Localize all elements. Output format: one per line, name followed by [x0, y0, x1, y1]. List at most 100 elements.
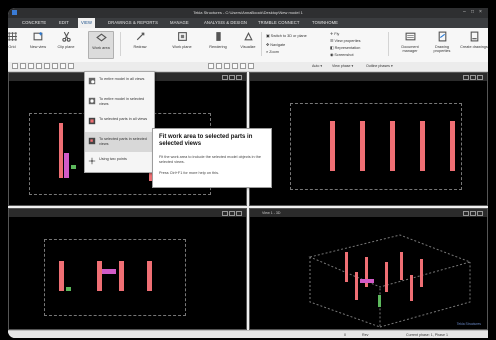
redraw-icon	[136, 32, 144, 41]
menu-townhome[interactable]: TOWNHOME	[312, 20, 338, 25]
grid-label: Grid	[8, 45, 16, 49]
column-part[interactable]	[345, 252, 348, 282]
view-window-controls[interactable]	[221, 75, 242, 81]
entire-model-selected-icon	[88, 97, 96, 105]
dropdown-item-selected-parts-selected-views[interactable]: To selected parts in selected views	[85, 132, 154, 152]
column-part[interactable]	[147, 261, 152, 291]
drawing-properties-button[interactable]: Drawing properties	[428, 31, 456, 53]
switch-3d-plane-button[interactable]: ▣ Switch to 3D or plane	[266, 33, 307, 38]
dropdown-item-entire-model-selected-views[interactable]: To entire model in selected views	[85, 92, 154, 112]
view-3d[interactable]: View 1 - 3D Tekla Structures	[249, 208, 488, 330]
work-area-label: Work area	[92, 46, 110, 50]
menu-view[interactable]: VIEW	[78, 18, 96, 28]
column-part[interactable]	[385, 262, 388, 292]
connection-part[interactable]	[378, 295, 381, 307]
status-count: 0	[344, 333, 346, 337]
menu-manage[interactable]: MANAGE	[170, 20, 189, 25]
column-part[interactable]	[410, 275, 413, 301]
column-part[interactable]	[59, 261, 64, 291]
column-part[interactable]	[420, 259, 423, 287]
menu-drawings-reports[interactable]: DRAWINGS & REPORTS	[108, 20, 158, 25]
menu-analysis-design[interactable]: ANALYSIS & DESIGN	[204, 20, 247, 25]
ribbon-separator	[120, 32, 121, 56]
redraw-button[interactable]: Redraw	[128, 31, 152, 49]
maximize-icon[interactable]: □	[471, 9, 474, 15]
close-icon[interactable]: ×	[479, 9, 482, 15]
two-points-icon	[88, 157, 96, 165]
menu-edit[interactable]: EDIT	[59, 20, 69, 25]
phase-filter-select[interactable]: Outline phases ▾	[366, 64, 393, 68]
minimize-icon[interactable]: –	[463, 9, 466, 15]
select-parts-icon[interactable]	[20, 63, 26, 69]
snap-mid-icon[interactable]	[224, 63, 230, 69]
select-planes-icon[interactable]	[60, 63, 66, 69]
new-view-button[interactable]: New view	[26, 31, 50, 49]
select-objects-icon[interactable]	[68, 63, 74, 69]
column-part[interactable]	[390, 121, 395, 171]
grid-button[interactable]: Grid	[8, 31, 24, 49]
connection-part[interactable]	[66, 287, 71, 291]
model-3d-canvas	[308, 234, 472, 328]
view-filter-select[interactable]: View phase ▾	[332, 64, 353, 68]
column-part[interactable]	[360, 121, 365, 171]
view-bottom-left[interactable]	[8, 208, 247, 330]
work-area-button[interactable]: Work area	[88, 31, 114, 59]
tooltip-title: Fit work area to selected parts in selec…	[159, 134, 253, 147]
document-manager-icon	[405, 32, 415, 41]
work-area-icon	[95, 33, 107, 42]
column-part[interactable]	[97, 261, 102, 291]
snap-end-icon[interactable]	[216, 63, 222, 69]
view-top-right[interactable]	[249, 72, 488, 206]
visualize-button[interactable]: Visualize	[236, 31, 260, 49]
snap-grid-icon[interactable]	[208, 63, 214, 69]
tooltip: Fit work area to selected parts in selec…	[152, 128, 272, 188]
work-plane-button[interactable]: Work plane	[170, 31, 194, 49]
select-bolts-icon[interactable]	[44, 63, 50, 69]
screenshot-button[interactable]: ◉ Screenshot	[330, 52, 354, 57]
dropdown-item-entire-model-all-views[interactable]: To entire model in all views	[85, 72, 154, 92]
menu-concrete[interactable]: CONCRETE	[22, 20, 46, 25]
column-part[interactable]	[450, 121, 455, 171]
fly-button[interactable]: ✈ Fly	[330, 31, 339, 36]
view-header	[250, 73, 487, 81]
view-window-controls[interactable]	[221, 211, 242, 217]
tooltip-help: Press Ctrl+F1 for more help on this.	[159, 171, 220, 175]
column-part[interactable]	[355, 272, 358, 300]
select-welds-icon[interactable]	[36, 63, 42, 69]
rendering-button[interactable]: Rendering	[206, 31, 230, 49]
view-properties-button[interactable]: ☰ View properties	[330, 38, 361, 43]
create-drawings-button[interactable]: Create drawings	[460, 31, 488, 49]
select-points-icon[interactable]	[28, 63, 34, 69]
column-part[interactable]	[400, 252, 403, 280]
snap-center-icon[interactable]	[232, 63, 238, 69]
document-manager-button[interactable]: Document manager	[396, 31, 424, 53]
menu-trimble-connect[interactable]: TRIMBLE CONNECT	[258, 20, 300, 25]
beam-part[interactable]	[360, 279, 374, 283]
navigate-button[interactable]: ✥ Navigate	[266, 42, 285, 47]
column-part[interactable]	[330, 121, 335, 171]
selection-mode-select[interactable]: Auto ▾	[312, 64, 322, 68]
select-all-icon[interactable]	[12, 63, 18, 69]
beam-part[interactable]	[64, 153, 69, 178]
connection-part[interactable]	[71, 165, 76, 169]
clip-plane-button[interactable]: Clip plane	[54, 31, 78, 49]
snap-intersection-icon[interactable]	[240, 63, 246, 69]
rendering-label: Rendering	[209, 45, 227, 49]
work-area-box	[44, 239, 186, 316]
title-bar: Tekla Structures - C:\Users\AnnaBoock\De…	[8, 8, 488, 18]
column-part[interactable]	[119, 261, 124, 291]
work-plane-label: Work plane	[172, 45, 192, 49]
zoom-button[interactable]: ⌕ Zoom	[266, 50, 279, 54]
select-grids-icon[interactable]	[52, 63, 58, 69]
view-window-controls[interactable]	[462, 75, 483, 81]
column-part[interactable]	[59, 123, 63, 178]
snap-perpendicular-icon[interactable]	[248, 63, 254, 69]
create-drawings-label: Create drawings	[460, 45, 488, 49]
tooltip-description: Fit the work area to include the selecte…	[159, 155, 261, 164]
dropdown-item-selected-parts-all-views[interactable]: To selected parts in all views	[85, 112, 154, 132]
beam-part[interactable]	[102, 269, 116, 274]
column-part[interactable]	[420, 121, 425, 171]
clip-plane-label: Clip plane	[57, 45, 75, 49]
dropdown-item-two-points[interactable]: Using two points	[85, 152, 154, 172]
representation-button[interactable]: ◧ Representation	[330, 45, 360, 50]
